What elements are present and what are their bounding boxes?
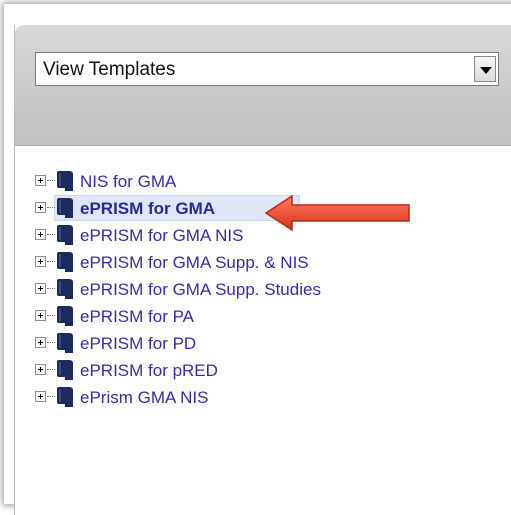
- expand-plus-icon[interactable]: [35, 337, 46, 348]
- tree-node[interactable]: ePRISM for PD: [35, 332, 495, 356]
- tree-connector: [47, 288, 55, 290]
- dropdown-toggle-button[interactable]: [474, 56, 496, 82]
- tree-node-label[interactable]: ePRISM for pRED: [80, 361, 218, 381]
- expand-plus-icon[interactable]: [35, 364, 46, 375]
- dropdown-selected-value: View Templates: [43, 59, 176, 80]
- templates-panel: View Templates NIS for GMA ePRISM for GM…: [14, 25, 511, 515]
- tree-node-label[interactable]: NIS for GMA: [80, 172, 176, 192]
- expand-plus-icon[interactable]: [35, 202, 46, 213]
- tree-node-label[interactable]: ePRISM for PD: [80, 334, 196, 354]
- expand-plus-icon[interactable]: [35, 175, 46, 186]
- tree-node-label[interactable]: ePRISM for PA: [80, 307, 194, 327]
- document-icon: [57, 171, 73, 191]
- tree-node-label[interactable]: ePRISM for GMA NIS: [80, 226, 243, 246]
- expand-plus-icon[interactable]: [35, 310, 46, 321]
- tree-node-label[interactable]: ePRISM for GMA Supp. & NIS: [80, 253, 309, 273]
- tree-node[interactable]: ePRISM for GMA Supp. Studies: [35, 278, 495, 302]
- tree-node-label[interactable]: ePRISM for GMA: [80, 199, 215, 219]
- tree-connector: [47, 369, 55, 371]
- callout-arrow-icon: [264, 194, 410, 232]
- tree-node[interactable]: ePRISM for PA: [35, 305, 495, 329]
- tree-node[interactable]: ePRISM for pRED: [35, 359, 495, 383]
- document-icon: [57, 333, 73, 353]
- document-icon: [57, 360, 73, 380]
- expand-plus-icon[interactable]: [35, 229, 46, 240]
- document-icon: [57, 279, 73, 299]
- document-icon: [57, 198, 73, 218]
- tree-node[interactable]: ePRISM for GMA Supp. & NIS: [35, 251, 495, 275]
- expand-plus-icon[interactable]: [35, 256, 46, 267]
- chevron-down-icon: [480, 67, 492, 74]
- document-icon: [57, 306, 73, 326]
- expand-plus-icon[interactable]: [35, 283, 46, 294]
- tree-connector: [47, 180, 55, 182]
- tree-connector: [47, 261, 55, 263]
- panel-header: View Templates: [15, 25, 511, 146]
- document-icon: [57, 387, 73, 407]
- tree-connector: [47, 207, 55, 209]
- tree-node-label[interactable]: ePrism GMA NIS: [80, 388, 208, 408]
- tree-connector: [47, 396, 55, 398]
- view-templates-dropdown[interactable]: View Templates: [35, 52, 499, 86]
- tree-connector: [47, 234, 55, 236]
- document-icon: [57, 225, 73, 245]
- tree-connector: [47, 315, 55, 317]
- tree-node[interactable]: ePrism GMA NIS: [35, 386, 495, 410]
- tree-node-label[interactable]: ePRISM for GMA Supp. Studies: [80, 280, 321, 300]
- document-icon: [57, 252, 73, 272]
- expand-plus-icon[interactable]: [35, 391, 46, 402]
- tree-connector: [47, 342, 55, 344]
- tree-node[interactable]: NIS for GMA: [35, 170, 495, 194]
